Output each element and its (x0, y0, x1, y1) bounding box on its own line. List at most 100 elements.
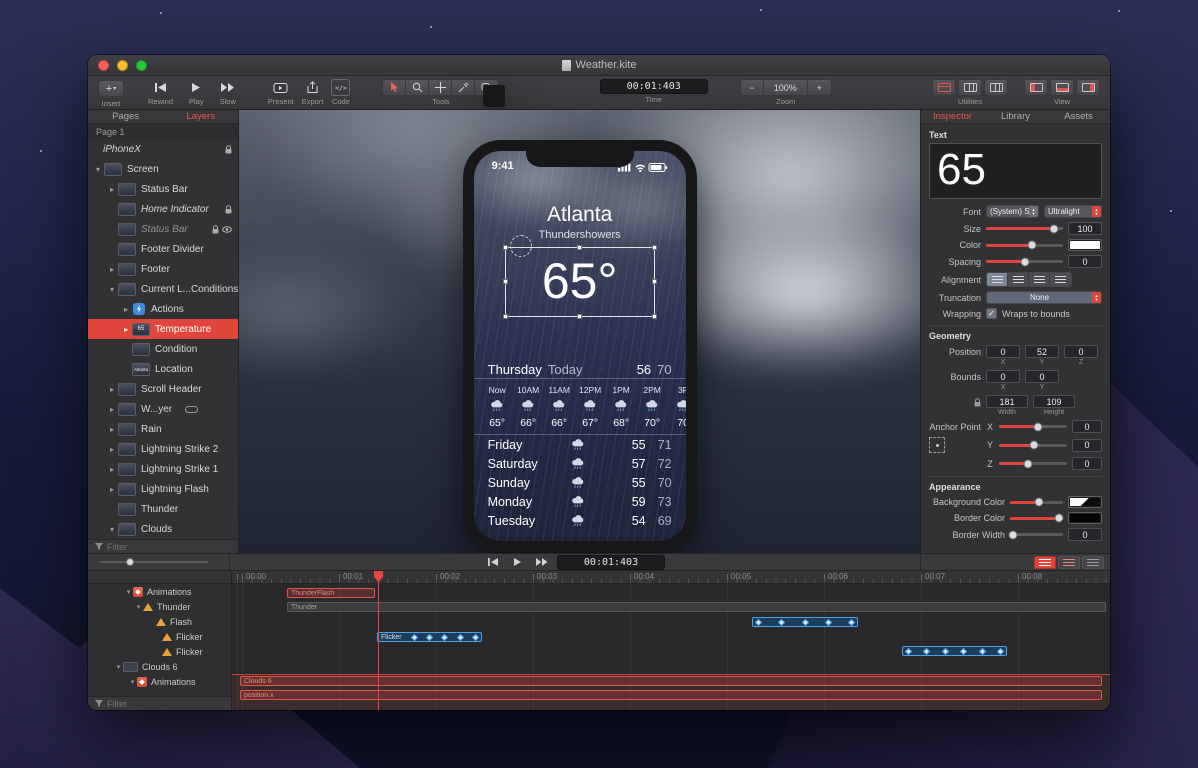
anchor-y-slider[interactable] (999, 440, 1067, 450)
rewind-button[interactable] (154, 79, 167, 96)
anchor-point-indicator[interactable] (509, 235, 532, 257)
timeline-filter-input[interactable] (107, 698, 224, 709)
keyframe-diamond[interactable] (410, 633, 418, 641)
time-display[interactable]: 00:01:403 (599, 79, 708, 94)
timeline-tree-row-flicker-1[interactable]: Flicker (88, 629, 231, 644)
playhead[interactable] (378, 571, 379, 710)
skip-to-start-button[interactable] (485, 556, 501, 569)
toggle-bottom-panel-button[interactable] (1050, 79, 1075, 96)
selection-handle[interactable] (576, 245, 582, 250)
keyframe-diamond[interactable] (441, 633, 449, 641)
flash-keyframe-bar[interactable] (752, 617, 858, 627)
align-right-button[interactable] (1029, 273, 1050, 286)
zoom-level[interactable]: 100% (763, 80, 808, 95)
chevron-right-icon[interactable]: ▸ (107, 485, 117, 494)
selection-handle[interactable] (502, 245, 508, 250)
page-header[interactable]: Page 1 (88, 124, 239, 139)
chevron-right-icon[interactable]: ▸ (107, 465, 117, 474)
chevron-right-icon[interactable]: ▸ (121, 305, 131, 314)
utilities-grid-button[interactable] (932, 79, 957, 96)
tab-assets[interactable]: Assets (1047, 110, 1110, 123)
chevron-right-icon[interactable]: ▸ (107, 385, 117, 394)
eye-icon[interactable] (222, 225, 233, 233)
title-bar[interactable]: Weather.kite (88, 55, 1110, 76)
layer-row-condition[interactable]: Condition (88, 339, 238, 359)
text-color-well[interactable] (1068, 239, 1102, 251)
phone-screen[interactable]: 9:41 Atlanta Thundershowers 65° Thursday… (473, 151, 686, 541)
position-z-field[interactable]: 0 (1064, 345, 1098, 358)
chevron-right-icon[interactable]: ▸ (107, 425, 117, 434)
toggle-right-sidebar-button[interactable] (1076, 79, 1101, 96)
position-x-field[interactable]: 0 (986, 345, 1020, 358)
tab-layers[interactable]: Layers (163, 110, 238, 123)
chevron-right-icon[interactable]: ▸ (107, 445, 117, 454)
keyframe-diamond[interactable] (941, 647, 949, 655)
bounds-y-field[interactable]: 0 (1025, 370, 1059, 383)
layer-row-status-bar-2[interactable]: Status Bar (88, 219, 238, 239)
anchor-z-slider[interactable] (999, 459, 1067, 468)
layer-row-current-conditions[interactable]: ▾ Current L...Conditions (88, 279, 238, 299)
layer-row-lightning-strike-2[interactable]: ▸ Lightning Strike 2 (88, 439, 238, 459)
toggle-left-sidebar-button[interactable] (1024, 79, 1049, 96)
layer-row-wlayer[interactable]: ▸ W...yer (88, 399, 238, 419)
size-field[interactable]: 100 (1068, 222, 1102, 235)
canvas[interactable]: 9:41 Atlanta Thundershowers 65° Thursday… (239, 110, 920, 553)
font-weight-select[interactable]: Ultralight ▴ ▾ (1044, 205, 1102, 218)
layer-row-screen[interactable]: ▾ Screen (88, 159, 238, 179)
compact-view-toggle[interactable] (1082, 555, 1104, 569)
chevron-right-icon[interactable]: ▸ (107, 185, 117, 194)
layer-row-footer-divider[interactable]: Footer Divider (88, 239, 238, 259)
border-width-field[interactable]: 0 (1068, 528, 1102, 541)
timeline-tree-row-flash[interactable]: Flash (88, 614, 231, 629)
minimize-button[interactable] (117, 59, 128, 71)
fast-forward-button[interactable] (533, 556, 549, 569)
spacing-field[interactable]: 0 (1068, 255, 1102, 268)
background-color-well[interactable] (1068, 496, 1102, 508)
timeline-tree-row-animations-2[interactable]: ▾ Animations (88, 674, 231, 689)
tab-inspector[interactable]: Inspector (921, 110, 984, 123)
selection-handle[interactable] (651, 314, 657, 319)
background-color-slider[interactable] (1010, 497, 1063, 507)
zoom-tool-button[interactable] (406, 80, 430, 95)
hourly-forecast[interactable]: Now 65° 10AM 66° 11AM 66° 12PM 67° 1PM 6… (473, 379, 686, 435)
border-width-slider[interactable] (1008, 530, 1063, 539)
keyframe-diamond[interactable] (801, 618, 809, 626)
layer-row-clouds[interactable]: ▾ Clouds (88, 519, 238, 539)
layers-filter-input[interactable] (107, 541, 232, 552)
zoom-in-button[interactable]: + (807, 80, 831, 95)
move-tool-button[interactable] (429, 80, 453, 95)
anchor-x-field[interactable]: 0 (1072, 420, 1102, 433)
bounds-x-field[interactable]: 0 (986, 370, 1020, 383)
keyframe-view-toggle[interactable] (1034, 555, 1056, 569)
chevron-down-icon[interactable]: ▾ (107, 525, 117, 534)
thunderflash-track-bar[interactable]: ThunderFlash (287, 588, 375, 598)
layer-row-thunder[interactable]: Thunder (88, 499, 238, 519)
align-justify-button[interactable] (1050, 273, 1071, 286)
anchor-z-field[interactable]: 0 (1072, 457, 1102, 470)
keyframe-diamond[interactable] (456, 633, 464, 641)
layer-row-scroll-header[interactable]: ▸ Scroll Header (88, 379, 238, 399)
chevron-right-icon[interactable]: ▸ (107, 405, 117, 414)
chevron-down-icon[interactable]: ▾ (93, 165, 103, 174)
timeline-zoom-slider[interactable] (100, 558, 208, 566)
timeline-play-button[interactable] (509, 556, 525, 569)
anchor-x-slider[interactable] (999, 422, 1067, 431)
width-field[interactable]: 181 (986, 395, 1028, 408)
font-family-select[interactable]: (System) San... ▴▾ (986, 205, 1039, 218)
selection-handle[interactable] (651, 279, 657, 284)
temperature-value[interactable]: 65° (506, 248, 654, 314)
border-color-slider[interactable] (1010, 513, 1064, 523)
cursor-tool-button[interactable] (383, 80, 407, 95)
daily-forecast[interactable]: Friday 55 71 Saturday 57 72 Sunday 55 70… (474, 435, 686, 530)
layer-row-temperature[interactable]: ▸ 65 Temperature (88, 319, 239, 339)
temperature-selection-box[interactable]: 65° (502, 245, 657, 319)
layer-row-footer[interactable]: ▸ Footer (88, 259, 238, 279)
zoom-out-button[interactable]: − (740, 80, 764, 95)
keyframe-diamond[interactable] (978, 647, 986, 655)
code-button[interactable]: </> (331, 79, 351, 96)
layer-row-iphonex[interactable]: iPhoneX (88, 85, 505, 159)
export-button[interactable] (306, 79, 319, 96)
wrapping-checkbox[interactable]: ✓ (986, 308, 997, 319)
keyframe-diamond[interactable] (471, 633, 479, 641)
insert-button[interactable]: + ▾ (98, 80, 124, 97)
